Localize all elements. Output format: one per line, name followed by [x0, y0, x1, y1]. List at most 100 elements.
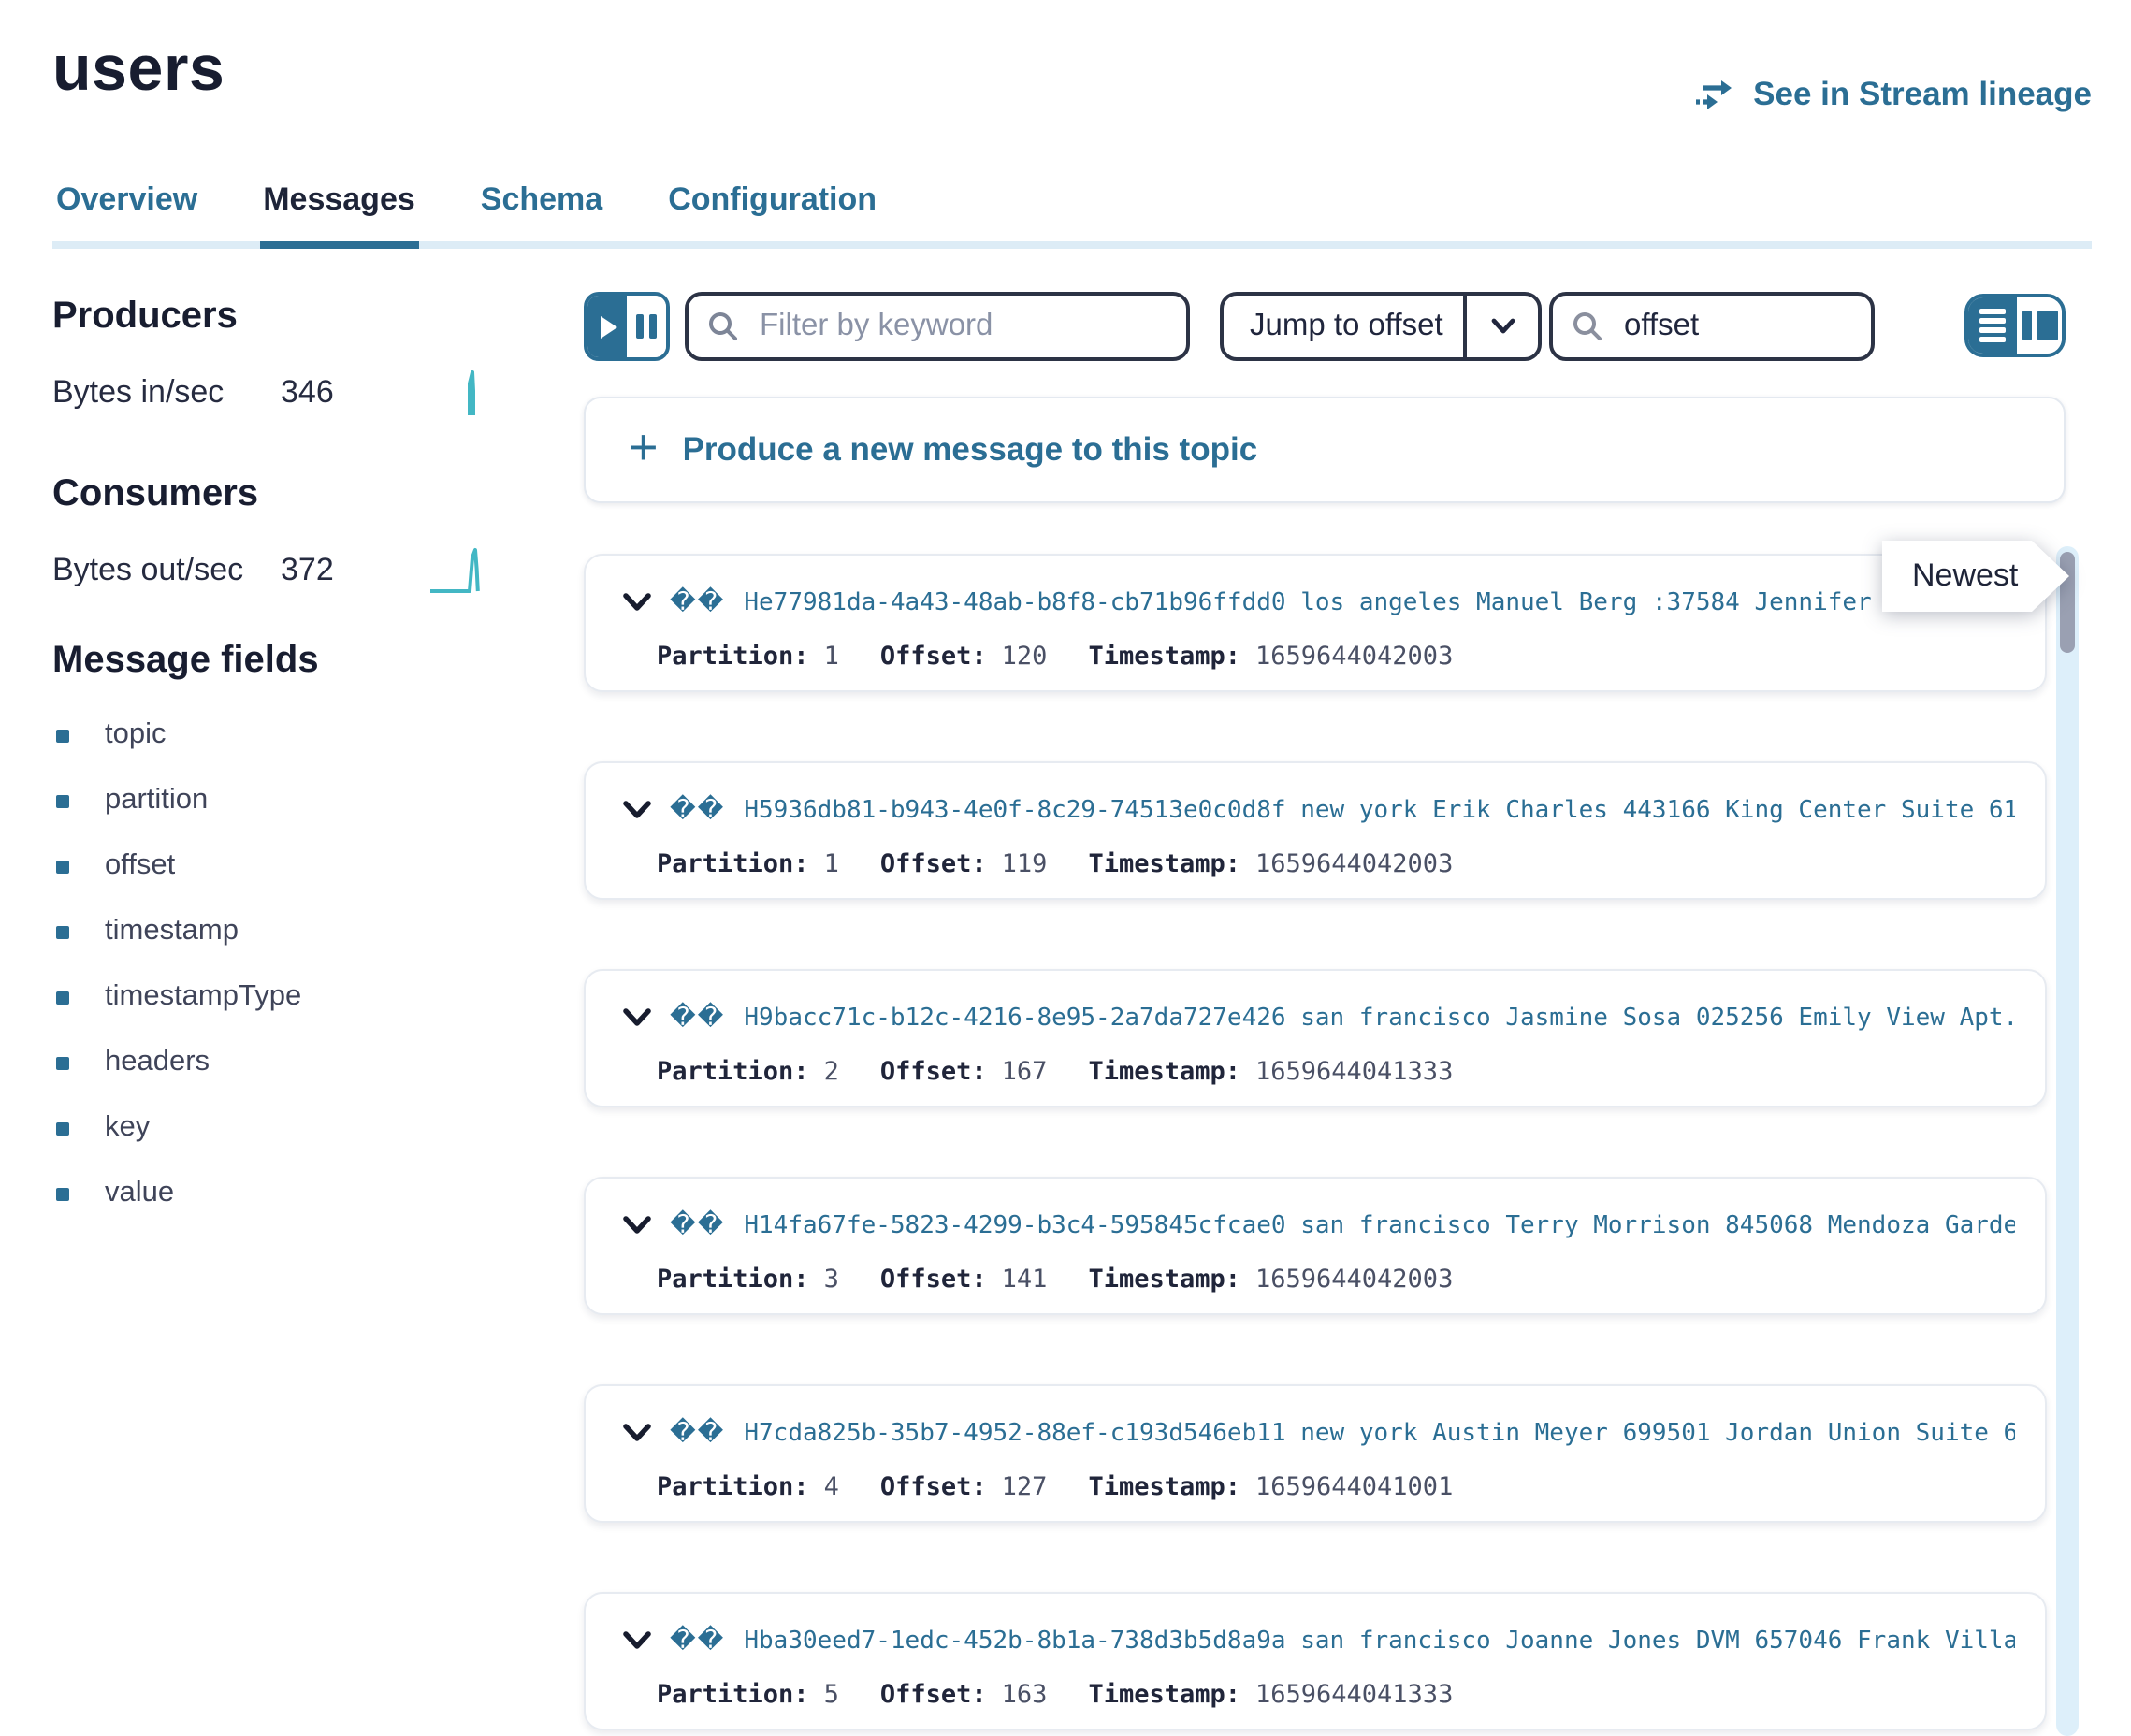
search-icon: [707, 311, 739, 342]
timestamp-value: 1659644041001: [1255, 1472, 1453, 1502]
bytes-in-sparkline-icon: [460, 369, 486, 417]
split-view-icon: [2022, 311, 2031, 340]
offset-search-input[interactable]: [1620, 307, 1852, 346]
offset-value: 141: [1002, 1265, 1048, 1295]
message-key: H9bacc71c-b12c-4216-8e95-2a7da727e426 sa…: [744, 1004, 2015, 1032]
message-key: He77981da-4a43-48ab-b8f8-cb71b96ffdd0 lo…: [744, 588, 2015, 616]
missing-glyph-icon: ��: [670, 1003, 725, 1033]
missing-glyph-icon: ��: [670, 587, 725, 617]
produce-message-button[interactable]: + Produce a new message to this topic: [584, 397, 2066, 503]
message-card[interactable]: �� Hba30eed7-1edc-452b-8b1a-738d3b5d8a9a…: [584, 1592, 2047, 1730]
stream-lineage-label: See in Stream lineage: [1753, 75, 2092, 114]
message-fields-heading: Message fields: [52, 640, 486, 683]
field-item-partition: partition: [52, 782, 486, 819]
offset-value: 120: [1002, 642, 1048, 672]
offset-value: 167: [1002, 1057, 1048, 1087]
square-bullet-icon: [56, 991, 69, 1004]
expand-chevron-icon[interactable]: [623, 1424, 651, 1442]
message-key: Hba30eed7-1edc-452b-8b1a-738d3b5d8a9a sa…: [744, 1627, 2015, 1655]
offset-label: Offset:: [880, 1680, 987, 1710]
bytes-out-metric: Bytes out/sec 372: [52, 546, 486, 595]
offset-search-field: [1549, 292, 1875, 361]
expand-chevron-icon[interactable]: [623, 1216, 651, 1235]
dashed-arrow-icon: [1695, 78, 1736, 111]
field-item-offset: offset: [52, 847, 486, 885]
square-bullet-icon: [56, 1056, 69, 1069]
topic-messages-page: users See in Stream lineage Overview Mes…: [0, 0, 2131, 1736]
timestamp-label: Timestamp:: [1088, 1265, 1240, 1295]
bytes-in-metric: Bytes in/sec 346: [52, 369, 486, 417]
view-mode-toggle: [1964, 294, 2066, 357]
square-bullet-icon: [56, 729, 69, 742]
timestamp-label: Timestamp:: [1088, 642, 1240, 672]
tab-overview[interactable]: Overview: [52, 181, 201, 241]
field-item-key: key: [52, 1109, 486, 1147]
offset-value: 119: [1002, 849, 1048, 879]
metrics-sidebar: Producers Bytes in/sec 346 Consumers Byt…: [52, 296, 486, 1240]
play-pause-toggle: [584, 292, 670, 361]
square-bullet-icon: [56, 925, 69, 938]
search-icon: [1572, 311, 1603, 342]
pause-button[interactable]: [627, 296, 666, 357]
partition-label: Partition:: [657, 642, 809, 672]
message-key: H14fa67fe-5823-4299-b3c4-595845cfcae0 sa…: [744, 1211, 2015, 1239]
partition-label: Partition:: [657, 1680, 809, 1710]
message-key: H7cda825b-35b7-4952-88ef-c193d546eb11 ne…: [744, 1419, 2015, 1447]
expand-chevron-icon[interactable]: [623, 1631, 651, 1650]
message-card[interactable]: �� He77981da-4a43-48ab-b8f8-cb71b96ffdd0…: [584, 554, 2047, 692]
offset-value: 127: [1002, 1472, 1048, 1502]
timestamp-value: 1659644042003: [1255, 642, 1453, 672]
pause-icon: [636, 314, 644, 339]
messages-panel: Jump to offset: [584, 292, 2066, 1730]
producers-heading: Producers: [52, 296, 486, 339]
filter-keyword-field: [685, 292, 1190, 361]
expand-chevron-icon[interactable]: [623, 1008, 651, 1027]
scrollbar-track[interactable]: [2056, 546, 2079, 1736]
tab-messages[interactable]: Messages: [259, 181, 419, 249]
expand-chevron-icon[interactable]: [623, 801, 651, 819]
select-chevron-section[interactable]: [1463, 296, 1538, 357]
field-item-timestamp: timestamp: [52, 913, 486, 950]
message-card[interactable]: �� H9bacc71c-b12c-4216-8e95-2a7da727e426…: [584, 969, 2047, 1107]
field-item-topic: topic: [52, 716, 486, 754]
message-card[interactable]: �� H5936db81-b943-4e0f-8c29-74513e0c0d8f…: [584, 761, 2047, 900]
partition-label: Partition:: [657, 849, 809, 879]
timestamp-value: 1659644041333: [1255, 1680, 1453, 1710]
play-button[interactable]: [587, 296, 627, 357]
play-icon: [601, 315, 617, 338]
partition-value: 1: [824, 642, 839, 672]
partition-value: 1: [824, 849, 839, 879]
square-bullet-icon: [56, 1187, 69, 1200]
bytes-out-sparkline-icon: [430, 546, 486, 595]
newest-tooltip-label: Newest: [1912, 557, 2018, 595]
timestamp-value: 1659644042003: [1255, 1265, 1453, 1295]
timestamp-value: 1659644042003: [1255, 849, 1453, 879]
missing-glyph-icon: ��: [670, 1210, 725, 1240]
expand-chevron-icon[interactable]: [623, 593, 651, 612]
offset-label: Offset:: [880, 1472, 987, 1502]
jump-to-offset-select[interactable]: Jump to offset: [1220, 292, 1542, 361]
field-item-headers: headers: [52, 1044, 486, 1081]
offset-label: Offset:: [880, 1057, 987, 1087]
bytes-out-label: Bytes out/sec: [52, 552, 281, 589]
bytes-in-value: 346: [281, 374, 334, 412]
tab-configuration[interactable]: Configuration: [664, 181, 880, 241]
square-bullet-icon: [56, 860, 69, 873]
bytes-out-value: 372: [281, 552, 334, 589]
partition-value: 2: [824, 1057, 839, 1087]
list-view-button[interactable]: [1968, 297, 2017, 354]
message-card[interactable]: �� H14fa67fe-5823-4299-b3c4-595845cfcae0…: [584, 1177, 2047, 1315]
offset-value: 163: [1002, 1680, 1048, 1710]
split-view-button[interactable]: [2017, 297, 2062, 354]
partition-label: Partition:: [657, 1472, 809, 1502]
stream-lineage-link[interactable]: See in Stream lineage: [1695, 75, 2092, 114]
filter-keyword-input[interactable]: [756, 307, 1167, 346]
newest-tooltip: Newest: [1882, 541, 2069, 612]
tab-bar: Overview Messages Schema Configuration: [52, 181, 2092, 249]
message-card[interactable]: �� H7cda825b-35b7-4952-88ef-c193d546eb11…: [584, 1384, 2047, 1523]
offset-label: Offset:: [880, 849, 987, 879]
offset-label: Offset:: [880, 1265, 987, 1295]
partition-value: 4: [824, 1472, 839, 1502]
tab-schema[interactable]: Schema: [477, 181, 606, 241]
missing-glyph-icon: ��: [670, 795, 725, 825]
